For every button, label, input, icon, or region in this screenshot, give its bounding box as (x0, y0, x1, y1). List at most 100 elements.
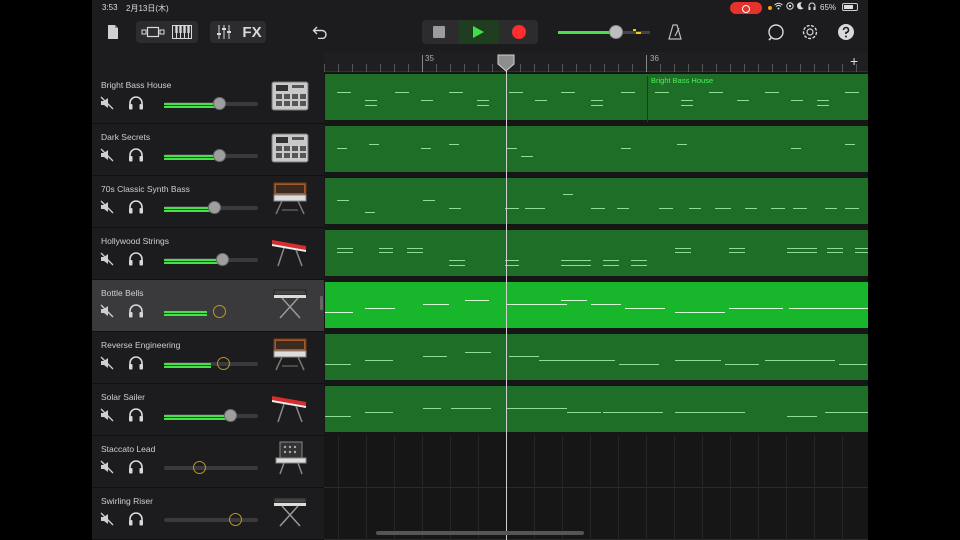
grid-line (814, 436, 815, 540)
mute-button[interactable] (100, 148, 114, 162)
midi-note (379, 248, 393, 249)
midi-region[interactable] (325, 178, 868, 224)
tracks-view-button[interactable] (140, 23, 166, 41)
region-boundary (647, 76, 648, 122)
timeline-ruler[interactable]: 35 36 + (324, 52, 868, 72)
midi-note (617, 208, 629, 209)
track-volume-slider[interactable] (164, 461, 258, 474)
track-volume-slider[interactable] (164, 201, 258, 214)
screen-recording-icon[interactable] (730, 2, 762, 14)
solo-button[interactable] (128, 252, 144, 266)
track-volume-slider[interactable] (164, 149, 258, 162)
volume-knob[interactable] (193, 461, 206, 474)
stop-button[interactable] (432, 25, 446, 39)
midi-note (787, 416, 817, 417)
midi-note (325, 364, 351, 365)
track-header-dark-secrets[interactable]: Dark Secrets (92, 124, 324, 176)
gear-icon (802, 24, 818, 40)
modular-synth-icon[interactable] (270, 440, 310, 476)
solo-button[interactable] (128, 96, 144, 110)
speaker-muted-icon (100, 512, 114, 530)
volume-knob[interactable] (213, 149, 226, 162)
settings-button[interactable] (800, 22, 820, 42)
speaker-muted-icon (100, 304, 114, 322)
midi-note (677, 144, 687, 145)
record-button[interactable] (512, 25, 526, 39)
volume-knob[interactable] (213, 305, 226, 318)
track-header-bright-bass-house[interactable]: Bright Bass House (92, 72, 324, 124)
midi-region[interactable]: Bright Bass House (325, 74, 868, 122)
solo-button[interactable] (128, 512, 144, 526)
red-keyboard-icon[interactable] (270, 232, 310, 268)
solo-button[interactable] (128, 200, 144, 214)
mute-button[interactable] (100, 252, 114, 266)
drum-machine-icon[interactable] (270, 76, 310, 112)
analog-synth-icon[interactable] (270, 336, 310, 372)
midi-region[interactable] (325, 282, 868, 328)
drum-machine-icon[interactable] (270, 128, 310, 164)
mute-button[interactable] (100, 460, 114, 474)
mute-button[interactable] (100, 304, 114, 318)
volume-knob[interactable] (224, 409, 237, 422)
keyboard-stand-icon[interactable] (270, 492, 310, 528)
track-volume-slider[interactable] (164, 357, 258, 370)
home-indicator[interactable] (376, 531, 584, 535)
mute-button[interactable] (100, 356, 114, 370)
mute-button[interactable] (100, 96, 114, 110)
headphones-icon (128, 512, 144, 530)
metronome-button[interactable] (666, 22, 684, 42)
midi-region[interactable] (325, 386, 868, 432)
midi-note (525, 208, 545, 209)
undo-button[interactable] (310, 23, 330, 41)
track-volume-slider[interactable] (164, 409, 258, 422)
header-resize-handle[interactable] (320, 296, 323, 310)
help-button[interactable] (836, 22, 856, 42)
midi-note (423, 356, 447, 357)
track-header-hollywood-strings[interactable]: Hollywood Strings (92, 228, 324, 280)
midi-region[interactable] (325, 334, 868, 380)
headphones-icon (128, 356, 144, 374)
mute-button[interactable] (100, 200, 114, 214)
midi-note (709, 92, 723, 93)
speaker-muted-icon (100, 408, 114, 426)
volume-knob[interactable] (229, 513, 242, 526)
keyboard-stand-icon[interactable] (270, 284, 310, 320)
volume-knob[interactable] (216, 253, 229, 266)
solo-button[interactable] (128, 356, 144, 370)
track-header-bottle-bells[interactable]: Bottle Bells (92, 280, 324, 332)
track-header-reverse-engineering[interactable]: Reverse Engineering (92, 332, 324, 384)
play-button[interactable] (471, 25, 487, 39)
volume-knob[interactable] (213, 97, 226, 110)
loop-browser-button[interactable] (766, 22, 786, 42)
track-header-70s-classic-synth-bass[interactable]: 70s Classic Synth Bass (92, 176, 324, 228)
fx-button[interactable]: FX (240, 23, 264, 41)
red-keyboard-icon[interactable] (270, 388, 310, 424)
keyboard-view-button[interactable] (170, 23, 194, 41)
tracks-area[interactable]: 35 36 + Bright Bass House (324, 52, 868, 540)
track-volume-slider[interactable] (164, 513, 258, 526)
midi-region[interactable] (325, 230, 868, 276)
master-volume-knob[interactable] (609, 25, 623, 39)
solo-button[interactable] (128, 304, 144, 318)
track-header-solar-sailer[interactable]: Solar Sailer (92, 384, 324, 436)
ruler-tick (604, 64, 605, 72)
mute-button[interactable] (100, 408, 114, 422)
my-songs-button[interactable] (106, 22, 120, 42)
volume-knob[interactable] (208, 201, 221, 214)
solo-button[interactable] (128, 148, 144, 162)
mute-button[interactable] (100, 512, 114, 526)
track-controls-button[interactable] (213, 23, 235, 41)
region-label: Bright Bass House (651, 76, 714, 85)
midi-region[interactable] (325, 126, 868, 172)
analog-synth-icon[interactable] (270, 180, 310, 216)
volume-knob[interactable] (217, 357, 230, 370)
track-header-staccato-lead[interactable]: Staccato Lead (92, 436, 324, 488)
track-volume-slider[interactable] (164, 253, 258, 266)
playhead-handle[interactable] (496, 54, 516, 72)
track-volume-slider[interactable] (164, 305, 258, 318)
solo-button[interactable] (128, 460, 144, 474)
level-meter-left (164, 207, 214, 209)
track-volume-slider[interactable] (164, 97, 258, 110)
track-header-swirling-riser[interactable]: Swirling Riser (92, 488, 324, 540)
solo-button[interactable] (128, 408, 144, 422)
